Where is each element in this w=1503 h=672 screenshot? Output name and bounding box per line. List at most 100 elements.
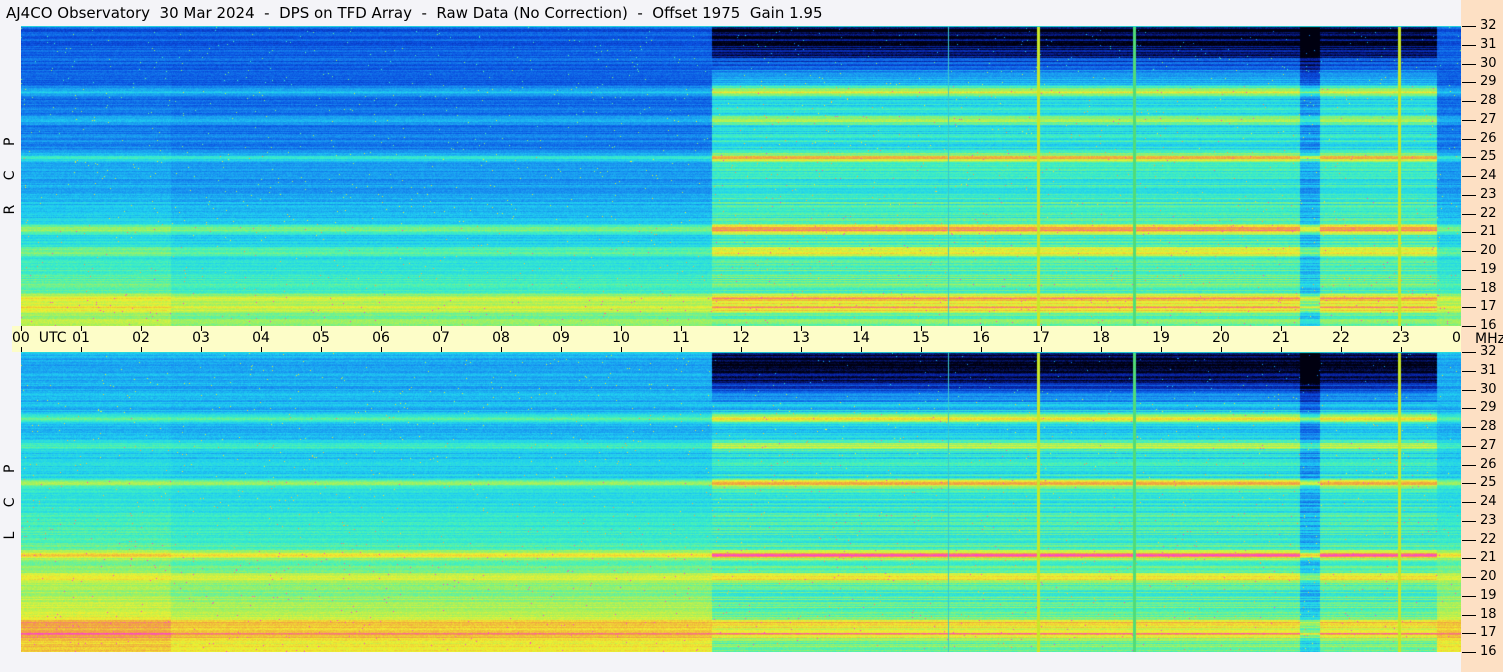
freq-tick-label: 24 <box>1480 494 1497 509</box>
hour-tick <box>681 326 682 331</box>
hour-label: 12 <box>732 330 750 346</box>
lcp-heatmap-canvas <box>21 352 1461 652</box>
freq-tick-label: 18 <box>1480 606 1497 622</box>
freq-tick <box>1462 577 1476 578</box>
hour-label: 16 <box>972 330 990 346</box>
freq-tick-label: 21 <box>1480 224 1497 240</box>
hour-label: 17 <box>1032 330 1050 346</box>
freq-tick-label: 31 <box>1480 36 1497 52</box>
hour-tick <box>441 347 442 352</box>
lcp-spectrogram <box>21 352 1461 652</box>
freq-tick <box>1462 539 1476 541</box>
hour-tick <box>1041 347 1042 352</box>
hour-tick <box>981 326 982 331</box>
hour-label: 04 <box>252 330 270 346</box>
freq-tick-label: 21 <box>1480 550 1497 566</box>
rcp-heatmap-canvas <box>21 26 1461 326</box>
freq-tick <box>1462 445 1476 447</box>
freq-tick-label: 25 <box>1480 149 1497 165</box>
hour-tick <box>861 347 862 352</box>
freq-tick-label: 16 <box>1480 644 1497 659</box>
hour-tick <box>381 347 382 352</box>
hour-label: 09 <box>552 330 570 346</box>
freq-tick-label: 17 <box>1480 299 1497 315</box>
freq-tick-label: 20 <box>1480 569 1497 584</box>
freq-tick <box>1462 44 1476 46</box>
freq-tick <box>1462 82 1476 84</box>
freq-tick <box>1462 101 1476 102</box>
freq-tick <box>1462 63 1476 65</box>
chart-title: AJ4CO Observatory 30 Mar 2024 - DPS on T… <box>6 4 823 22</box>
hour-tick <box>1221 347 1222 352</box>
lcp-panel-label: L C P <box>2 464 18 540</box>
freq-tick <box>1462 389 1476 391</box>
hour-tick <box>501 347 502 352</box>
hour-tick <box>1101 326 1102 331</box>
freq-tick-label: 18 <box>1480 280 1497 296</box>
freq-tick-label: 32 <box>1480 18 1497 33</box>
hour-label: 06 <box>372 330 390 346</box>
freq-tick-label: 23 <box>1480 512 1497 528</box>
hour-tick <box>21 347 22 352</box>
hour-tick <box>201 347 202 352</box>
freq-tick-label: 19 <box>1480 261 1497 277</box>
hour-tick <box>861 326 862 331</box>
hour-label: 13 <box>792 330 810 346</box>
hour-tick <box>201 326 202 331</box>
freq-tick-label: 30 <box>1480 381 1497 397</box>
hour-tick <box>321 326 322 331</box>
freq-tick <box>1462 157 1476 159</box>
hour-tick <box>1281 326 1282 331</box>
hour-tick <box>1401 347 1402 352</box>
hour-tick <box>21 326 22 331</box>
hour-label: 22 <box>1332 330 1350 346</box>
hour-label: 21 <box>1272 330 1290 346</box>
hour-tick <box>141 326 142 331</box>
hour-label: 14 <box>852 330 870 346</box>
freq-tick-label: 27 <box>1480 437 1497 453</box>
freq-tick-label: 29 <box>1480 74 1497 90</box>
freq-tick <box>1462 326 1476 327</box>
hour-tick <box>561 347 562 352</box>
hour-tick <box>981 347 982 352</box>
freq-tick <box>1462 352 1476 353</box>
hour-tick <box>741 326 742 331</box>
hour-tick <box>681 347 682 352</box>
freq-tick <box>1462 176 1476 177</box>
freq-tick <box>1462 251 1476 252</box>
freq-tick-label: 28 <box>1480 419 1497 434</box>
freq-tick <box>1462 213 1476 215</box>
freq-tick <box>1462 138 1476 140</box>
hour-tick <box>501 326 502 331</box>
freq-tick-label: 22 <box>1480 531 1497 547</box>
freq-tick-label: 30 <box>1480 55 1497 71</box>
freq-tick-label: 29 <box>1480 400 1497 416</box>
hour-tick <box>1101 347 1102 352</box>
freq-tick <box>1462 464 1476 466</box>
freq-tick-label: 28 <box>1480 93 1497 108</box>
freq-tick-label: 26 <box>1480 456 1497 472</box>
freq-tick <box>1462 652 1476 653</box>
mhz-unit-label: MHz <box>1475 331 1503 347</box>
hour-label: 02 <box>132 330 150 346</box>
hour-tick <box>1161 326 1162 331</box>
freq-tick <box>1462 595 1476 597</box>
freq-tick-label: 19 <box>1480 587 1497 603</box>
hour-tick <box>1041 326 1042 331</box>
freq-tick-label: 31 <box>1480 362 1497 378</box>
hour-tick <box>621 326 622 331</box>
freq-tick-label: 23 <box>1480 186 1497 202</box>
hour-tick <box>261 326 262 331</box>
hour-tick <box>141 347 142 352</box>
freq-tick-label: 32 <box>1480 344 1497 359</box>
freq-tick <box>1462 558 1476 560</box>
hour-tick <box>921 347 922 352</box>
hour-tick <box>801 326 802 331</box>
hour-label: 05 <box>312 330 330 346</box>
hour-tick <box>81 347 82 352</box>
hour-label: 19 <box>1152 330 1170 346</box>
rcp-spectrogram <box>21 26 1461 326</box>
freq-tick <box>1462 633 1476 635</box>
freq-tick <box>1462 26 1476 27</box>
freq-tick <box>1462 232 1476 234</box>
